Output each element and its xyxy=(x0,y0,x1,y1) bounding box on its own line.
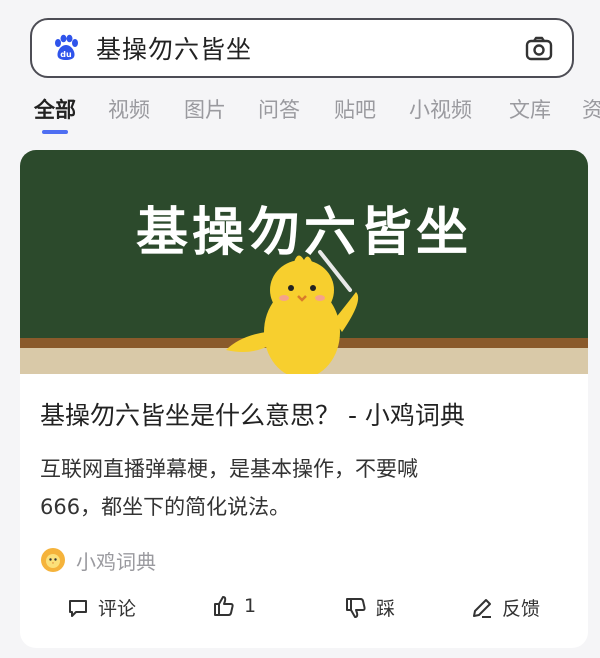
camera-icon[interactable] xyxy=(524,34,554,64)
search-input[interactable]: 基操勿六皆坐 xyxy=(96,30,252,66)
image-caption-text: 基操勿六皆坐 xyxy=(136,203,472,263)
tab-tieba[interactable]: 贴吧 xyxy=(334,94,376,124)
tab-wenku[interactable]: 文库 xyxy=(509,94,551,124)
baidu-paw-icon: du xyxy=(50,32,82,64)
result-actions: 评论 1 踩 反馈 xyxy=(20,590,588,630)
tab-video[interactable]: 视频 xyxy=(108,94,150,124)
tab-qa[interactable]: 问答 xyxy=(258,94,300,124)
chick-head xyxy=(270,260,334,320)
feedback-label: 反馈 xyxy=(502,598,541,620)
search-bar[interactable]: du 基操勿六皆坐 xyxy=(30,18,574,78)
result-image[interactable]: 基操勿六皆坐 xyxy=(20,150,588,378)
tab-short-video[interactable]: 小视频 xyxy=(409,94,472,124)
active-tab-indicator xyxy=(42,130,68,134)
comment-button[interactable]: 评论 xyxy=(66,594,136,621)
tab-all[interactable]: 全部 xyxy=(34,94,76,124)
feedback-button[interactable]: 反馈 xyxy=(470,594,540,621)
result-snippet: 互联网直播弹幕梗，是基本操作，不要喊 666，都坐下的简化说法。 xyxy=(40,450,560,526)
tab-more[interactable]: 资 xyxy=(582,94,600,124)
result-card[interactable]: 基操勿六皆坐 基操勿六皆坐是什么意思？ - 小鸡词典 互联网直播弹幕梗，是基本操… xyxy=(20,150,588,648)
tab-images[interactable]: 图片 xyxy=(184,94,226,124)
snippet-line-2: 666，都坐下的简化说法。 xyxy=(40,495,291,519)
snippet-line-1: 互联网直播弹幕梗，是基本操作，不要喊 xyxy=(40,457,418,481)
thumbs-down-icon xyxy=(346,597,366,618)
thumbs-up-icon xyxy=(214,596,234,616)
result-source[interactable]: 小鸡词典 xyxy=(40,545,156,575)
search-tabs: 全部 视频 图片 问答 贴吧 小视频 文库 资 xyxy=(0,90,600,136)
like-button[interactable]: 1 xyxy=(212,594,256,618)
dislike-button[interactable]: 踩 xyxy=(344,594,395,621)
like-count: 1 xyxy=(244,595,257,617)
pencil-icon xyxy=(473,598,491,618)
comment-label: 评论 xyxy=(98,598,137,620)
result-title-link[interactable]: 基操勿六皆坐是什么意思？ - 小鸡词典 xyxy=(40,396,465,432)
comment-icon xyxy=(69,599,87,617)
dislike-label: 踩 xyxy=(376,598,396,620)
chick-avatar-icon xyxy=(41,548,65,572)
source-name: 小鸡词典 xyxy=(76,549,156,574)
svg-text:du: du xyxy=(60,50,72,59)
